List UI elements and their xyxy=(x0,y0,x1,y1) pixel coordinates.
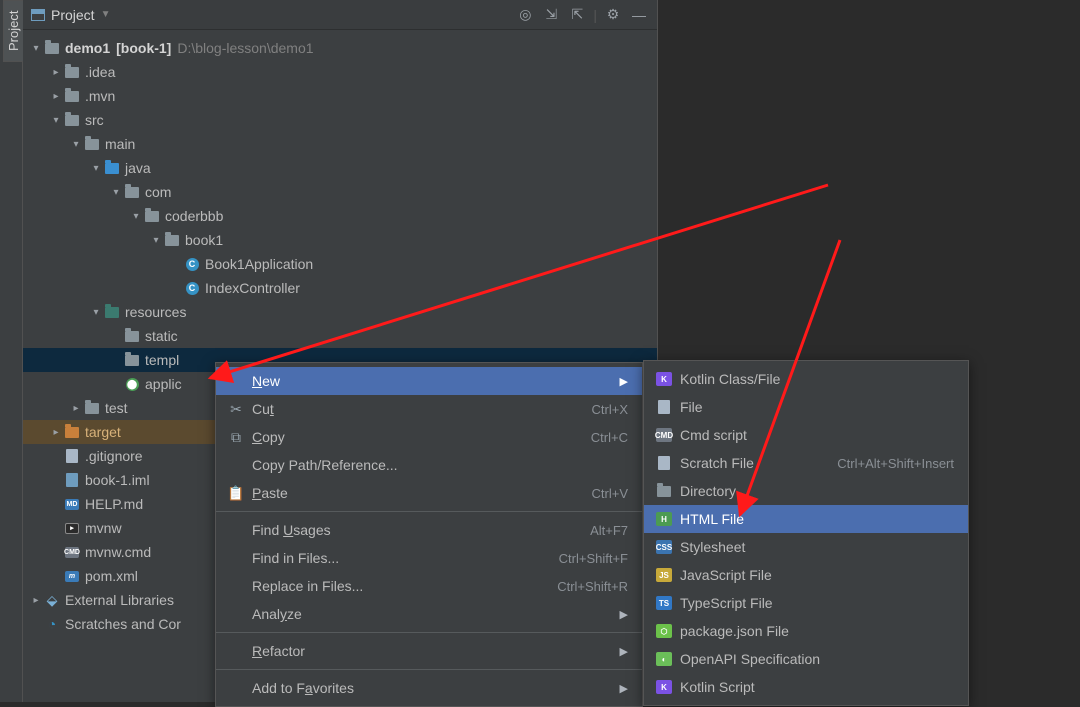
menu-item[interactable]: Refactor▶ xyxy=(216,637,642,665)
pane-title: Project xyxy=(51,7,95,23)
submenu-item[interactable]: HHTML File xyxy=(644,505,968,533)
tree-item-src[interactable]: src xyxy=(23,108,657,132)
submenu-item[interactable]: TSTypeScript File xyxy=(644,589,968,617)
menu-item[interactable]: 📋PasteCtrl+V xyxy=(216,479,642,507)
tree-item-app[interactable]: CBook1Application xyxy=(23,252,657,276)
project-pane-header: Project ▼ ◎ ⇲ ⇱ | ⚙ — xyxy=(23,0,657,30)
menu-item[interactable]: Analyze▶ xyxy=(216,600,642,628)
tree-item-idea[interactable]: .idea xyxy=(23,60,657,84)
menu-item[interactable]: Add to Favorites▶ xyxy=(216,674,642,702)
tree-item-index[interactable]: CIndexController xyxy=(23,276,657,300)
submenu-item[interactable]: JSJavaScript File xyxy=(644,561,968,589)
settings-gear-icon[interactable]: ⚙ xyxy=(603,5,623,25)
locate-icon[interactable]: ◎ xyxy=(515,5,535,25)
submenu-item[interactable]: Scratch FileCtrl+Alt+Shift+Insert xyxy=(644,449,968,477)
context-menu[interactable]: New▶✂CutCtrl+X⧉CopyCtrl+CCopy Path/Refer… xyxy=(215,362,643,707)
tree-item-static[interactable]: static xyxy=(23,324,657,348)
toolwindow-strip: Project xyxy=(0,0,23,702)
hide-pane-icon[interactable]: — xyxy=(629,5,649,25)
tree-item-main[interactable]: main xyxy=(23,132,657,156)
project-window-icon xyxy=(31,9,45,21)
tree-item-com[interactable]: com xyxy=(23,180,657,204)
submenu-item[interactable]: File xyxy=(644,393,968,421)
pane-view-dropdown[interactable]: ▼ xyxy=(101,9,111,20)
new-submenu[interactable]: KKotlin Class/FileFileCMDCmd scriptScrat… xyxy=(643,360,969,706)
tree-item-coderbbb[interactable]: coderbbb xyxy=(23,204,657,228)
expand-all-icon[interactable]: ⇲ xyxy=(541,5,561,25)
submenu-item[interactable]: Directory xyxy=(644,477,968,505)
menu-item[interactable]: ✂CutCtrl+X xyxy=(216,395,642,423)
menu-item[interactable]: Find in Files...Ctrl+Shift+F xyxy=(216,544,642,572)
menu-item[interactable]: Copy Path/Reference... xyxy=(216,451,642,479)
submenu-item[interactable]: KKotlin Script xyxy=(644,673,968,701)
submenu-item[interactable]: CMDCmd script xyxy=(644,421,968,449)
menu-item[interactable]: New▶ xyxy=(216,367,642,395)
tree-item-mvn[interactable]: .mvn xyxy=(23,84,657,108)
tree-root[interactable]: demo1 [book-1] D:\blog-lesson\demo1 xyxy=(23,36,657,60)
submenu-item[interactable]: CSSStylesheet xyxy=(644,533,968,561)
submenu-item[interactable]: ◐OpenAPI Specification xyxy=(644,645,968,673)
project-side-tab[interactable]: Project xyxy=(3,0,24,62)
submenu-item[interactable]: ⬡package.json File xyxy=(644,617,968,645)
menu-item[interactable]: ⧉CopyCtrl+C xyxy=(216,423,642,451)
menu-item[interactable]: Replace in Files...Ctrl+Shift+R xyxy=(216,572,642,600)
tree-item-book1[interactable]: book1 xyxy=(23,228,657,252)
collapse-all-icon[interactable]: ⇱ xyxy=(567,5,587,25)
menu-item[interactable]: Find UsagesAlt+F7 xyxy=(216,516,642,544)
tree-item-java[interactable]: java xyxy=(23,156,657,180)
tree-item-resources[interactable]: resources xyxy=(23,300,657,324)
submenu-item[interactable]: KKotlin Class/File xyxy=(644,365,968,393)
